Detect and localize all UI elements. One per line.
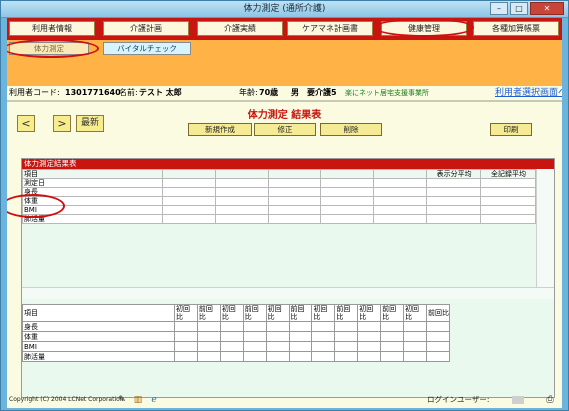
login-user-label: ログインユーザー: <box>427 395 490 404</box>
maximize-button[interactable]: □ <box>510 2 528 15</box>
book-icon[interactable]: ▥ <box>133 395 143 405</box>
minimize-button[interactable]: – <box>490 2 508 15</box>
column-header <box>320 169 375 179</box>
copyright: Copyright (C) 2004 LCNet Corporation <box>9 396 124 403</box>
table-row: 体重 <box>22 331 451 342</box>
results-table: 項目 表示分平均 全記録平均 測定日 身長 体重 BMI 肺活量 <box>22 169 536 224</box>
ie-icon[interactable]: ℯ <box>149 395 159 405</box>
pen-icon[interactable]: ✎ <box>117 395 127 405</box>
column-header: 前回比 <box>425 304 451 322</box>
age-label: 年齢: <box>239 88 258 97</box>
column-header: 初回比 <box>311 304 336 322</box>
table-row: 肺活量 <box>22 214 536 224</box>
close-button[interactable]: ✕ <box>530 2 564 15</box>
table-row: BMI <box>22 205 536 215</box>
next-button[interactable]: > <box>53 115 71 132</box>
column-header: 初回比 <box>174 304 198 322</box>
highlight-circle <box>7 39 99 58</box>
column-header: 初回比 <box>357 304 382 322</box>
column-header: 初回比 <box>265 304 290 322</box>
printer-icon[interactable]: ⎙ <box>545 395 555 405</box>
user-code: 1301771640 <box>65 88 121 97</box>
tab-user-info[interactable]: 利用者情報 <box>9 21 95 36</box>
top-nav: 利用者情報 介護計画 介護実績 ケアマネ計画書 健康管理 各種加算帳票 <box>7 18 562 40</box>
table-row: 身長 <box>22 321 451 332</box>
column-header <box>214 169 269 179</box>
column-header <box>161 169 216 179</box>
table-row: 体重 <box>22 196 536 206</box>
column-header: 項目 <box>22 169 163 179</box>
column-header: 初回比 <box>219 304 244 322</box>
name-label: 名前: <box>119 88 138 97</box>
tab-additional-reports[interactable]: 各種加算帳票 <box>473 21 559 36</box>
user-select-link[interactable]: 利用者選択画面へ <box>495 86 562 100</box>
column-header: 初回比 <box>403 304 427 322</box>
row-label: 測定日 <box>22 178 163 188</box>
column-header: 前回比 <box>380 304 405 322</box>
table-row: BMI <box>22 341 451 352</box>
column-header: 前回比 <box>196 304 221 322</box>
prev-button[interactable]: < <box>17 115 35 132</box>
divider <box>7 100 562 102</box>
horizontal-scrollbar[interactable] <box>22 287 554 299</box>
vertical-scrollbar[interactable] <box>536 169 554 287</box>
column-header: 前回比 <box>242 304 267 322</box>
column-header: 表示分平均 <box>426 169 482 179</box>
results-panel: 体力測定結果表 項目 表示分平均 全記録平均 測定日 身長 体重 BMI 肺活量… <box>21 158 555 398</box>
panel-title: 体力測定結果表 <box>22 159 554 169</box>
column-header: 前回比 <box>334 304 359 322</box>
tab-vital-check[interactable]: バイタルチェック <box>103 42 191 55</box>
comparison-table: 項目 初回比 前回比 初回比 前回比 初回比 前回比 初回比 前回比 初回比 前… <box>22 304 451 362</box>
table-header-row: 項目 表示分平均 全記録平均 <box>22 169 536 179</box>
tab-caremanager-plan[interactable]: ケアマネ計画書 <box>287 21 373 36</box>
column-header: 前回比 <box>288 304 313 322</box>
table-row: 身長 <box>22 187 536 197</box>
edit-button[interactable]: 修正 <box>254 123 316 136</box>
sex-value: 男 <box>291 88 299 97</box>
print-button[interactable]: 印刷 <box>490 123 532 136</box>
title-bar: 体力測定 (通所介護) – □ ✕ <box>1 1 568 18</box>
row-label: 肺活量 <box>22 351 175 362</box>
row-label: 体重 <box>22 331 175 342</box>
row-label: 身長 <box>22 321 175 332</box>
new-button[interactable]: 新規作成 <box>188 123 252 136</box>
column-header <box>373 169 428 179</box>
app-window: 体力測定 (通所介護) – □ ✕ 利用者情報 介護計画 介護実績 ケアマネ計画… <box>0 0 569 411</box>
delete-button[interactable]: 削除 <box>320 123 382 136</box>
table-row: 測定日 <box>22 178 536 188</box>
footer: Copyright (C) 2004 LCNet Corporation ✎ ▥… <box>7 392 562 408</box>
column-header: 項目 <box>22 304 175 322</box>
user-code-label: 利用者コード: <box>9 88 60 97</box>
office-name: 楽にネット居宅支援事業所 <box>345 89 429 97</box>
window-title: 体力測定 (通所介護) <box>243 4 326 14</box>
user-name: テスト 太郎 <box>139 88 182 97</box>
column-header <box>267 169 322 179</box>
column-header: 全記録平均 <box>480 169 536 179</box>
latest-button[interactable]: 最新 <box>76 115 104 132</box>
care-level: 要介護5 <box>307 88 337 97</box>
table-row: 肺活量 <box>22 351 451 362</box>
user-info-bar: 利用者コード: 1301771640 名前: テスト 太郎 年齢: 70歳 男 … <box>7 86 562 100</box>
age-value: 70歳 <box>259 88 279 97</box>
row-label: BMI <box>22 341 175 352</box>
login-user-value <box>512 396 524 404</box>
client-area: 利用者情報 介護計画 介護実績 ケアマネ計画書 健康管理 各種加算帳票 体力測定… <box>7 18 562 408</box>
tab-care-record[interactable]: 介護実績 <box>197 21 283 36</box>
tab-care-plan[interactable]: 介護計画 <box>103 21 189 36</box>
highlight-circle <box>374 18 474 37</box>
table-header-row: 項目 初回比 前回比 初回比 前回比 初回比 前回比 初回比 前回比 初回比 前… <box>22 304 451 322</box>
